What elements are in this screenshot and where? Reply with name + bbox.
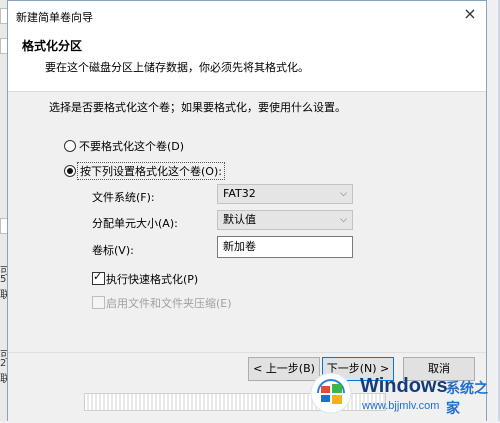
watermark-brand-cn: 系统之家 bbox=[446, 381, 488, 417]
wizard-content: 选择是否要格式化这个卷；如果要格式化，要使用什么设置。 不要格式化这个卷(D) … bbox=[8, 92, 486, 352]
window-title: 新建简单卷向导 bbox=[16, 11, 93, 24]
instruction-text: 选择是否要格式化这个卷；如果要格式化，要使用什么设置。 bbox=[49, 101, 346, 114]
chevron-down-icon: ⌵ bbox=[340, 189, 347, 199]
no-format-radio[interactable] bbox=[64, 140, 76, 152]
allocation-unit-value: 默认值 bbox=[223, 213, 256, 226]
title-bar[interactable]: 新建简单卷向导 × bbox=[8, 1, 486, 29]
volume-label-label: 卷标(V): bbox=[92, 244, 134, 257]
quick-format-label[interactable]: 执行快速格式化(P) bbox=[106, 271, 198, 287]
watermark-brand: Windows bbox=[360, 375, 448, 397]
allocation-unit-select[interactable]: 默认值 ⌵ bbox=[217, 210, 353, 230]
file-system-label: 文件系统(F): bbox=[92, 191, 155, 204]
format-radio[interactable] bbox=[64, 165, 76, 177]
wizard-header: 格式化分区 要在这个磁盘分区上储存数据，你必须先将其格式化。 bbox=[8, 29, 486, 92]
windows-logo-icon bbox=[310, 372, 352, 414]
format-label[interactable]: 按下列设置格式化这个卷(O): bbox=[77, 162, 225, 180]
watermark-url: www.bjjmlv.com bbox=[362, 400, 440, 412]
file-system-select[interactable]: FAT32 ⌵ bbox=[217, 184, 353, 204]
file-system-value: FAT32 bbox=[223, 187, 256, 200]
chevron-down-icon: ⌵ bbox=[340, 215, 347, 225]
watermark: Windows 系统之家 www.bjjmlv.com bbox=[306, 368, 500, 421]
compression-label[interactable]: 启用文件和文件夹压缩(E) bbox=[106, 295, 232, 311]
allocation-unit-label: 分配单元大小(A): bbox=[92, 217, 178, 230]
compression-checkbox[interactable] bbox=[92, 296, 105, 309]
volume-label-input[interactable]: 新加卷 bbox=[217, 236, 353, 258]
close-icon[interactable]: × bbox=[460, 4, 480, 24]
new-simple-volume-wizard: 新建简单卷向导 × 格式化分区 要在这个磁盘分区上储存数据，你必须先将其格式化。… bbox=[7, 0, 487, 423]
no-format-label[interactable]: 不要格式化这个卷(D) bbox=[79, 138, 184, 154]
page-title: 格式化分区 bbox=[22, 39, 83, 53]
quick-format-checkbox[interactable] bbox=[92, 270, 105, 285]
page-subtitle: 要在这个磁盘分区上储存数据，你必须先将其格式化。 bbox=[45, 61, 309, 74]
